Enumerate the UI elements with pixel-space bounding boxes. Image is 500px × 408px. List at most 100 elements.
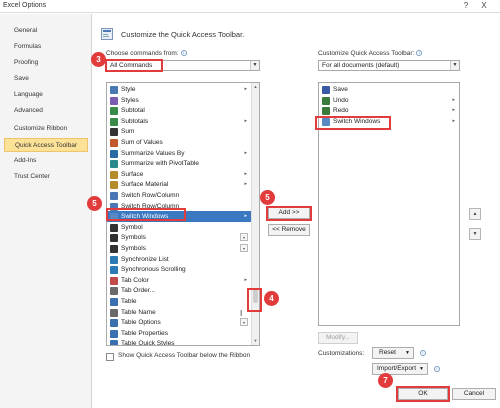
commands-list-item[interactable]: Tab Order... [107,285,251,296]
commands-list-item[interactable]: Table [107,296,251,307]
sidebar-item-proofing[interactable]: Proofing [4,56,88,70]
submenu-arrow-icon: ▸ [244,276,247,283]
commands-item-label: Table Options [121,319,161,327]
submenu-arrow-icon: ▸ [452,107,455,114]
move-up-icon[interactable]: ▲ [469,208,481,220]
chevron-down-icon[interactable]: ▼ [250,61,259,70]
save-icon [322,86,330,94]
commands-item-label: Tab Order... [121,287,155,295]
scroll-down-icon[interactable]: ▼ [252,337,259,345]
help-icon[interactable]: ? [458,0,474,12]
sidebar-item-trust-center[interactable]: Trust Center [4,170,88,184]
commands-list-item[interactable]: Summarize Values By ▸ [107,148,251,159]
commands-list-item[interactable]: Surface ▸ [107,169,251,180]
annotation-box-ok [396,386,450,402]
annotation-box-scrollbar [247,288,262,312]
commands-item-label: Sum [121,128,135,136]
symbols-icon [110,245,118,253]
qat-item-label: Undo [333,96,349,104]
commands-list-item[interactable]: Table Properties [107,328,251,339]
sync-scroll-icon [110,266,118,275]
commands-item-label: Style [121,86,136,93]
commands-list-item[interactable]: Sum [107,126,251,137]
commands-item-label: Table Quick Styles [121,340,175,346]
commands-list-item[interactable]: Symbols ▾ [107,232,251,243]
commands-list-item[interactable]: Subtotal [107,105,251,116]
cancel-button[interactable]: Cancel [452,388,496,400]
commands-list-item[interactable]: Subtotals ▸ [107,116,251,127]
show-below-ribbon-checkbox[interactable] [106,353,114,361]
info-icon: i [416,50,423,57]
tab-order-icon [110,287,118,296]
surface-material-icon [110,181,118,190]
commands-list-item[interactable]: Synchronize List [107,254,251,265]
sidebar-item-save[interactable]: Save [4,72,88,86]
styles-icon [110,96,118,105]
reset-label: Reset [379,349,396,356]
subtotal-icon [110,107,118,116]
customize-qat-dropdown[interactable]: For all documents (default) ▼ [318,60,460,71]
commands-list-item[interactable]: Symbols ▾ [107,243,251,254]
sidebar-item-add-ins[interactable]: Add-Ins [4,154,88,168]
commands-list-item[interactable]: Tab Color ▸ [107,275,251,286]
commands-list-item[interactable]: Symbol [107,222,251,233]
annotation-box-qat-switch-windows [315,116,391,130]
sidebar-item-language[interactable]: Language [4,88,88,102]
choose-commands-label: Choose commands from: i [106,50,187,57]
sidebar: General Formulas Proofing Save Language … [0,14,92,408]
page-title: Customize the Quick Access Toolbar. [121,30,245,39]
tab-color-icon [110,276,118,285]
close-icon[interactable]: X [476,0,492,12]
annotation-badge-4: 4 [264,291,279,306]
table-icon [110,298,118,306]
remove-button[interactable]: << Remove [268,224,310,236]
annotation-box-add [266,206,312,221]
customizations-label: Customizations: [318,350,365,357]
commands-list-item[interactable]: Table Options ▾ [107,317,251,328]
commands-list-item[interactable]: Summarize with PivotTable [107,158,251,169]
annotation-box-all-commands [105,59,163,72]
import-export-button[interactable]: Import/Export ▼ [372,363,428,375]
sum-icon [110,128,118,137]
toolbar-customize-icon [101,28,113,40]
qat-list-item[interactable]: Undo ▸ [319,95,459,106]
submenu-arrow-icon: ▸ [244,170,247,177]
sidebar-item-general[interactable]: General [4,24,88,38]
subtotals-icon [110,117,118,126]
info-icon: i [434,366,440,372]
annotation-badge-3: 3 [91,52,106,67]
submenu-arrow-icon: ▸ [244,213,247,220]
sidebar-item-advanced[interactable]: Advanced [4,104,88,118]
commands-list-item[interactable]: Synchronous Scrolling [107,264,251,275]
sidebar-item-customize-ribbon[interactable]: Customize Ribbon [4,122,88,136]
commands-list-item[interactable]: Table Name [107,307,251,318]
qat-list-item[interactable]: Redo ▸ [319,105,459,116]
surface-icon [110,170,118,179]
chevron-down-icon[interactable]: ▼ [450,61,459,70]
commands-item-label: Tab Color [121,276,149,284]
move-down-icon[interactable]: ▼ [469,228,481,240]
annotation-badge-5: 5 [87,196,102,211]
scroll-up-icon[interactable]: ▲ [252,83,259,91]
commands-list-item[interactable]: Surface Material ▸ [107,179,251,190]
commands-list-item[interactable]: Table Quick Styles [107,338,251,346]
reset-button[interactable]: Reset ▼ [372,347,414,359]
modify-button[interactable]: Modify... [318,332,358,344]
chevron-down-icon: ▼ [419,366,424,372]
commands-list-item[interactable]: Sum of Values [107,137,251,148]
qat-list-item[interactable]: Save [319,84,459,95]
window-title: Excel Options [3,2,47,9]
commands-list-item[interactable]: Styles [107,95,251,106]
table-name-icon [110,308,118,317]
commands-list-item[interactable]: Style ▸ [107,84,251,95]
commands-list-item[interactable]: Switch Row/Column [107,190,251,201]
info-icon: i [180,50,187,57]
sidebar-item-formulas[interactable]: Formulas [4,40,88,54]
submenu-arrow-icon: ▸ [452,96,455,103]
undo-icon [322,96,330,105]
commands-item-label: Surface Material [121,181,169,189]
commands-item-label: Summarize with PivotTable [121,160,200,168]
sidebar-item-quick-access-toolbar[interactable]: Quick Access Toolbar [4,138,88,152]
commands-item-label: Symbol [121,223,143,231]
submenu-arrow-icon: ▸ [244,86,247,92]
